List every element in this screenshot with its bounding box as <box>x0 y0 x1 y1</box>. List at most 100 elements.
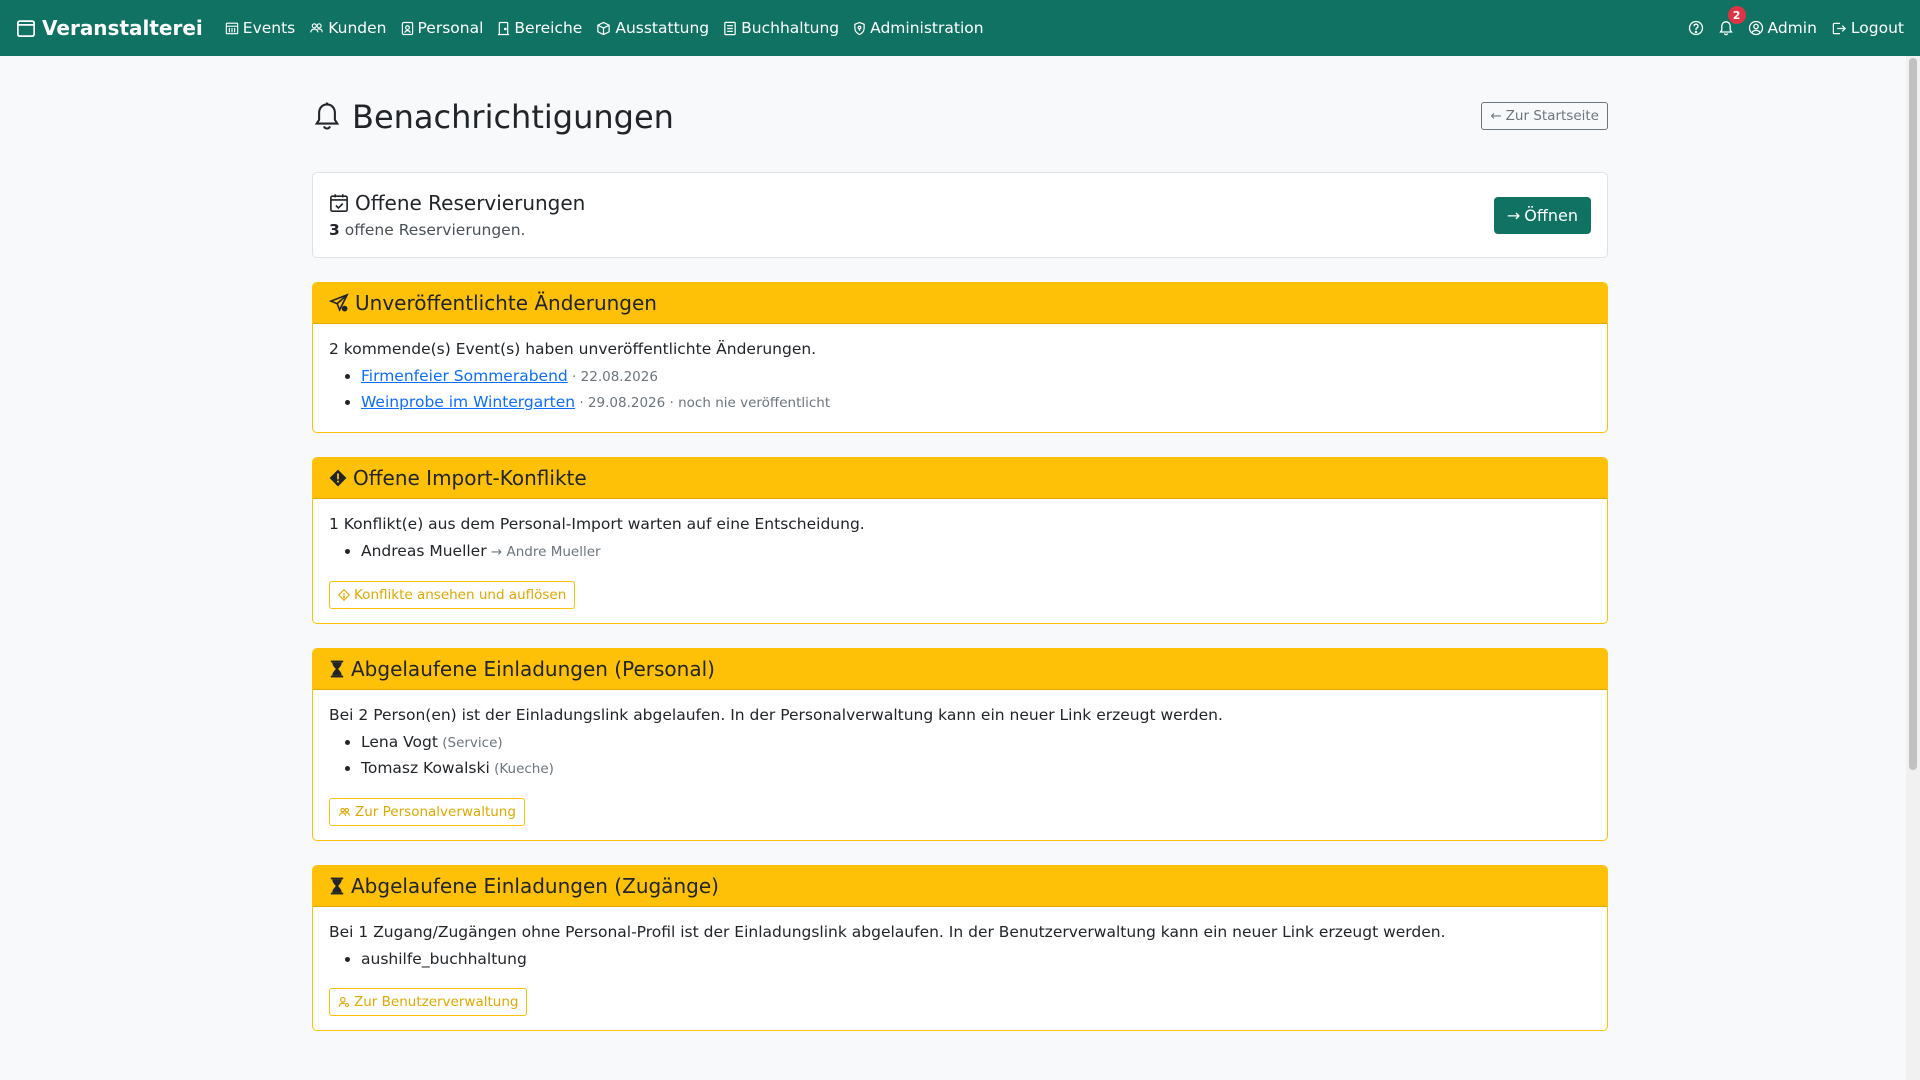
id-badge-icon <box>401 21 414 36</box>
nav-bereiche[interactable]: Bereiche <box>497 19 582 37</box>
user-name: Admin <box>1767 19 1817 37</box>
nav-ausstattung-label: Ausstattung <box>615 19 710 37</box>
reservations-title: Offene Reservierungen <box>329 191 585 215</box>
staff-area: (Kueche) <box>489 761 554 777</box>
people-icon <box>309 21 324 35</box>
nav-kunden[interactable]: Kunden <box>309 19 387 37</box>
event-meta: · 29.08.2026 · noch nie veröffentlicht <box>575 395 831 411</box>
conflicts-body: 1 Konflikt(e) aus dem Personal-Import wa… <box>313 499 1607 623</box>
expired-staff-invitations-card: Abgelaufene Einladungen (Personal) Bei 2… <box>312 648 1608 841</box>
list-item: aushilfe_buchhaltung <box>361 949 1591 970</box>
arrow-left-icon: ← <box>1490 108 1502 124</box>
conflicts-list: Andreas Mueller → Andre Mueller <box>329 541 1591 563</box>
event-link-firmenfeier[interactable]: Firmenfeier Sommerabend <box>361 367 568 385</box>
nav-buchhaltung[interactable]: Buchhaltung <box>723 19 839 37</box>
unpublished-body: 2 kommende(s) Event(s) haben unveröffent… <box>313 324 1607 432</box>
notification-count-badge: 2 <box>1727 6 1746 24</box>
door-icon <box>497 21 510 36</box>
expired-staff-list: Lena Vogt (Service) Tomasz Kowalski (Kue… <box>329 732 1591 780</box>
unpublished-changes-header: Unveröffentlichte Änderungen <box>313 283 1607 324</box>
hourglass-icon <box>329 660 345 678</box>
logout-label: Logout <box>1850 19 1904 37</box>
send-icon <box>329 293 349 313</box>
box-icon <box>596 21 611 36</box>
brand[interactable]: Veranstalterei <box>16 16 203 40</box>
nav-personal-label: Personal <box>417 19 484 37</box>
go-to-user-management-button[interactable]: Zur Benutzerverwaltung <box>329 988 528 1016</box>
main-content: Benachrichtigungen ← Zur Startseite Offe… <box>312 56 1608 1055</box>
nav-ausstattung[interactable]: Ausstattung <box>596 19 709 37</box>
staff-name: Lena Vogt <box>361 733 438 751</box>
list-item: Andreas Mueller → Andre Mueller <box>361 541 1591 563</box>
page-header: Benachrichtigungen ← Zur Startseite <box>312 56 1608 172</box>
unpublished-text: 2 kommende(s) Event(s) haben unveröffent… <box>329 340 817 358</box>
notifications-button[interactable]: 2 <box>1718 6 1746 36</box>
help-icon[interactable] <box>1688 20 1704 36</box>
resolve-conflicts-label: Konflikte ansehen und auflösen <box>354 587 567 603</box>
conflict-target: → Andre Mueller <box>486 544 601 560</box>
arrow-right-icon: → <box>1506 205 1521 225</box>
nav-administration[interactable]: Administration <box>853 19 984 37</box>
nav-personal[interactable]: Personal <box>401 19 484 37</box>
calendar-check-icon <box>329 193 349 213</box>
people-icon <box>338 806 351 818</box>
user-circle-icon <box>1748 20 1764 36</box>
calendar-grid-icon <box>225 21 239 35</box>
list-item: Weinprobe im Wintergarten · 29.08.2026 ·… <box>361 392 1591 414</box>
expired-access-body: Bei 1 Zugang/Zugängen ohne Personal-Prof… <box>313 907 1607 1030</box>
import-conflicts-header: Offene Import-Konflikte <box>313 458 1607 499</box>
nav-bereiche-label: Bereiche <box>514 19 583 37</box>
staff-name: Tomasz Kowalski <box>361 759 490 777</box>
scrollbar[interactable] <box>1906 56 1920 1080</box>
resolve-conflicts-button[interactable]: Konflikte ansehen und auflösen <box>329 581 576 609</box>
nav-events[interactable]: Events <box>225 19 295 37</box>
expired-access-invitations-card: Abgelaufene Einladungen (Zugänge) Bei 1 … <box>312 865 1608 1031</box>
open-button-label: Öffnen <box>1524 205 1578 225</box>
staff-area: (Service) <box>437 735 503 751</box>
nav-buchhaltung-label: Buchhaltung <box>741 19 840 37</box>
reservations-card: Offene Reservierungen 3 offene Reservier… <box>312 172 1608 258</box>
unpublished-changes-card: Unveröffentlichte Änderungen 2 kommende(… <box>312 282 1608 433</box>
user-menu[interactable]: Admin <box>1748 19 1817 37</box>
reservations-title-text: Offene Reservierungen <box>355 191 586 215</box>
import-conflicts-card: Offene Import-Konflikte 1 Konflikt(e) au… <box>312 457 1608 624</box>
list-item: Lena Vogt (Service) <box>361 732 1591 754</box>
logout-link[interactable]: Logout <box>1831 19 1904 37</box>
reservations-text: offene Reservierungen. <box>339 221 526 239</box>
reservations-summary: 3 offene Reservierungen. <box>329 221 585 239</box>
page-title-text: Benachrichtigungen <box>352 98 674 136</box>
go-to-staff-management-button[interactable]: Zur Personalverwaltung <box>329 798 525 826</box>
shield-icon <box>853 21 866 36</box>
expired-access-text: Bei 1 Zugang/Zugängen ohne Personal-Prof… <box>329 923 1446 941</box>
conflicts-text: 1 Konflikt(e) aus dem Personal-Import wa… <box>329 515 865 533</box>
staff-management-label: Zur Personalverwaltung <box>355 804 516 820</box>
calendar-icon <box>16 18 36 38</box>
access-username: aushilfe_buchhaltung <box>361 950 527 968</box>
back-button-label: Zur Startseite <box>1505 108 1599 124</box>
scrollbar-thumb[interactable] <box>1909 58 1917 770</box>
event-link-weinprobe[interactable]: Weinprobe im Wintergarten <box>361 393 575 411</box>
diamond-exclamation-outline-icon <box>338 589 350 601</box>
reservations-count: 3 <box>329 221 340 239</box>
conflicts-title: Offene Import-Konflikte <box>353 466 587 490</box>
back-to-home-button[interactable]: ← Zur Startseite <box>1481 102 1608 130</box>
nav-events-label: Events <box>242 19 296 37</box>
event-meta: · 22.08.2026 <box>567 369 658 385</box>
user-gear-icon <box>338 996 350 1008</box>
nav-kunden-label: Kunden <box>328 19 387 37</box>
brand-label: Veranstalterei <box>42 16 203 40</box>
page-title: Benachrichtigungen <box>312 98 674 136</box>
user-management-label: Zur Benutzerverwaltung <box>354 994 519 1010</box>
top-navbar: Veranstalterei Events Kunden Personal Be… <box>0 0 1920 56</box>
open-reservations-button[interactable]: → Öffnen <box>1493 196 1591 234</box>
expired-access-header: Abgelaufene Einladungen (Zugänge) <box>313 866 1607 907</box>
unpublished-event-list: Firmenfeier Sommerabend · 22.08.2026 Wei… <box>329 366 1591 414</box>
expired-staff-body: Bei 2 Person(en) ist der Einladungslink … <box>313 690 1607 840</box>
unpublished-title: Unveröffentlichte Änderungen <box>355 291 657 315</box>
logout-icon <box>1831 21 1847 36</box>
list-item: Firmenfeier Sommerabend · 22.08.2026 <box>361 366 1591 388</box>
nav-administration-label: Administration <box>870 19 984 37</box>
expired-access-list: aushilfe_buchhaltung <box>329 949 1591 970</box>
ledger-icon <box>723 21 737 36</box>
hourglass-icon <box>329 877 345 895</box>
